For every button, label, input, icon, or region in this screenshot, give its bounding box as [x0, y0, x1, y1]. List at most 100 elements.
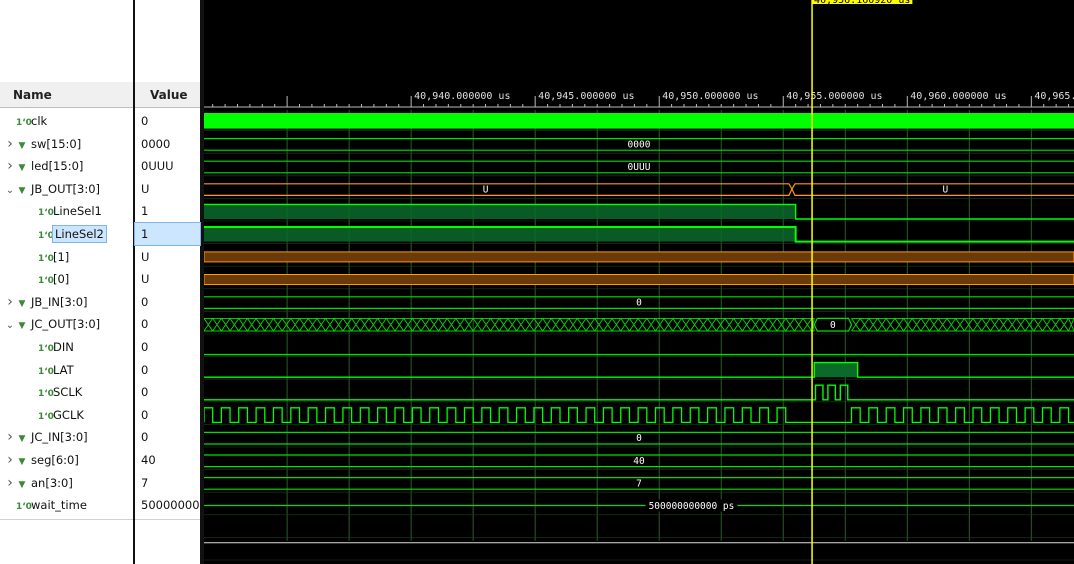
wave-jc_out: [204, 317, 1074, 332]
list-end-divider: [135, 518, 200, 520]
signal-value-jb_out: U: [141, 181, 150, 196]
chevron-down-icon[interactable]: ⌄: [4, 180, 16, 202]
signal-name: [1]: [53, 249, 70, 264]
signal-name: clk: [31, 114, 48, 128]
signal-value-gclk: 0: [141, 407, 149, 422]
bit-icon: 1‘0: [38, 208, 54, 219]
signal-name: JB_OUT[3:0]: [31, 181, 101, 196]
bit-icon: 1‘0: [38, 389, 54, 400]
chevron-right-icon[interactable]: ›: [4, 426, 16, 448]
signal-row-jb_out[interactable]: ⌄ ▼ JB_OUT[3:0]: [0, 178, 137, 200]
signal-value-linesel1: 1: [141, 204, 149, 219]
signal-row-led[interactable]: › ▼ led[15:0]: [0, 155, 137, 177]
signal-row-jb_in[interactable]: › ▼ JB_IN[3:0]: [0, 291, 137, 313]
list-end-divider: [0, 518, 133, 520]
chevron-right-icon[interactable]: ›: [4, 449, 16, 471]
signal-value-lat: 0: [141, 362, 149, 377]
signal-value-bit0: U: [141, 272, 150, 287]
wave-jb_out: [204, 183, 793, 196]
wave-jb_in-label: 0: [636, 298, 642, 309]
signal-name: JC_IN[3:0]: [31, 430, 88, 445]
signal-value-jc_out: 0: [141, 317, 149, 332]
bit-icon: 1‘0: [16, 118, 32, 128]
bus-icon: ▼: [18, 434, 26, 445]
signal-name: JB_IN[3:0]: [31, 294, 88, 309]
wave-jb_out-label: U: [943, 185, 949, 196]
timeline-tick-label: 40,955.000000 us: [786, 91, 882, 102]
wave-clk: [204, 113, 1074, 129]
signal-value-wait_time: 500000000: [141, 498, 200, 513]
bit-icon: 1‘0: [38, 366, 54, 377]
signal-name: wait_time: [31, 498, 87, 513]
name-column-header[interactable]: Name: [0, 82, 133, 108]
signal-row-jc_in[interactable]: › ▼ JC_IN[3:0]: [0, 426, 137, 448]
wave-bit1: [204, 251, 1074, 263]
timeline-tick-label: 40,940.000000 us: [414, 91, 510, 102]
signal-value-din: 0: [141, 340, 149, 354]
wave-jc_in-label: 0: [636, 433, 642, 444]
signal-name: LAT: [53, 362, 74, 377]
bus-icon: ▼: [18, 321, 26, 332]
signal-value-jc_in: 0: [141, 430, 149, 445]
signal-row-clk[interactable]: 1‘0clk: [0, 110, 149, 132]
signal-value-sw: 0000: [141, 136, 171, 151]
waveform-canvas[interactable]: 40,940.000000 us 40,945.000000 us 40,950.0…: [204, 0, 1074, 564]
signal-row-an[interactable]: › ▼ an[3:0]: [0, 472, 137, 494]
signal-value-an: 7: [141, 475, 149, 490]
signal-value-jb_in: 0: [141, 294, 149, 309]
signal-value-seg: 40: [141, 453, 156, 467]
signal-name: JC_OUT[3:0]: [31, 317, 101, 332]
timeline-tick-label: 40,965.000000 us: [1034, 91, 1074, 102]
timeline-tick-label: 40,950.000000 us: [662, 91, 758, 102]
signal-name: an[3:0]: [31, 475, 73, 490]
signal-name: [0]: [53, 272, 70, 287]
bus-icon: ▼: [18, 457, 26, 467]
bit-icon: 1‘0: [38, 344, 54, 354]
bus-icon: ▼: [18, 185, 26, 196]
signal-value-clk: 0: [141, 114, 149, 128]
wave-lat: [204, 361, 1074, 378]
timeline-tick-label: 40,960.000000 us: [910, 91, 1006, 102]
wave-an-label: 7: [636, 478, 642, 489]
signal-row-wait_time[interactable]: 1‘0wait_time: [0, 494, 149, 516]
chevron-down-icon[interactable]: ⌄: [4, 315, 16, 337]
chevron-right-icon[interactable]: ›: [4, 133, 16, 155]
bit-icon: 1‘0: [38, 276, 54, 287]
wave-sclk: [204, 384, 1074, 401]
wave-wait_time-label: 500000000000 ps: [649, 501, 735, 512]
signal-value-sclk: 0: [141, 385, 149, 400]
wave-led-label: 0UUU: [628, 162, 651, 173]
param-icon: 1‘0: [16, 502, 32, 513]
signal-row-jc_out[interactable]: ⌄ ▼ JC_OUT[3:0]: [0, 313, 137, 335]
timeline-tick-label: 40,945.000000 us: [538, 91, 634, 102]
signal-name: sw[15:0]: [31, 136, 82, 151]
signal-row-seg[interactable]: › ▼ seg[6:0]: [0, 449, 137, 471]
wave-jb_out-label: U: [483, 185, 489, 196]
value-column-header-label: Value: [150, 88, 188, 102]
wave-gclk: [204, 407, 1074, 424]
signal-name: seg[6:0]: [31, 453, 79, 467]
value-column-header[interactable]: Value: [135, 82, 200, 108]
bus-icon: ▼: [18, 163, 26, 174]
bit-icon: 1‘0: [38, 231, 54, 241]
time-cursor-label: 40,956.160920 us: [814, 0, 910, 6]
signal-name: GCLK: [53, 407, 84, 422]
bus-icon: ▼: [18, 479, 26, 490]
signal-name: LineSel1: [53, 204, 102, 219]
signal-value-bit1: U: [141, 249, 150, 264]
chevron-right-icon[interactable]: ›: [4, 291, 16, 313]
signal-row-sw[interactable]: › ▼ sw[15:0]: [0, 133, 137, 155]
chevron-right-icon[interactable]: ›: [4, 472, 16, 494]
bit-icon: 1‘0: [38, 411, 54, 422]
wave-seg-label: 40: [633, 456, 645, 467]
wave-jc_out-label: 0: [830, 320, 836, 331]
signal-value-led: 0UUU: [141, 159, 174, 174]
signal-name: led[15:0]: [31, 159, 84, 174]
chevron-right-icon[interactable]: ›: [4, 155, 16, 177]
wave-sw-label: 0000: [628, 139, 651, 150]
wave-bit0: [204, 274, 1074, 285]
signal-name: SCLK: [53, 385, 83, 400]
bus-icon: ▼: [18, 298, 26, 309]
wave-linesel2-high: [204, 227, 796, 242]
name-column-header-label: Name: [13, 88, 52, 102]
